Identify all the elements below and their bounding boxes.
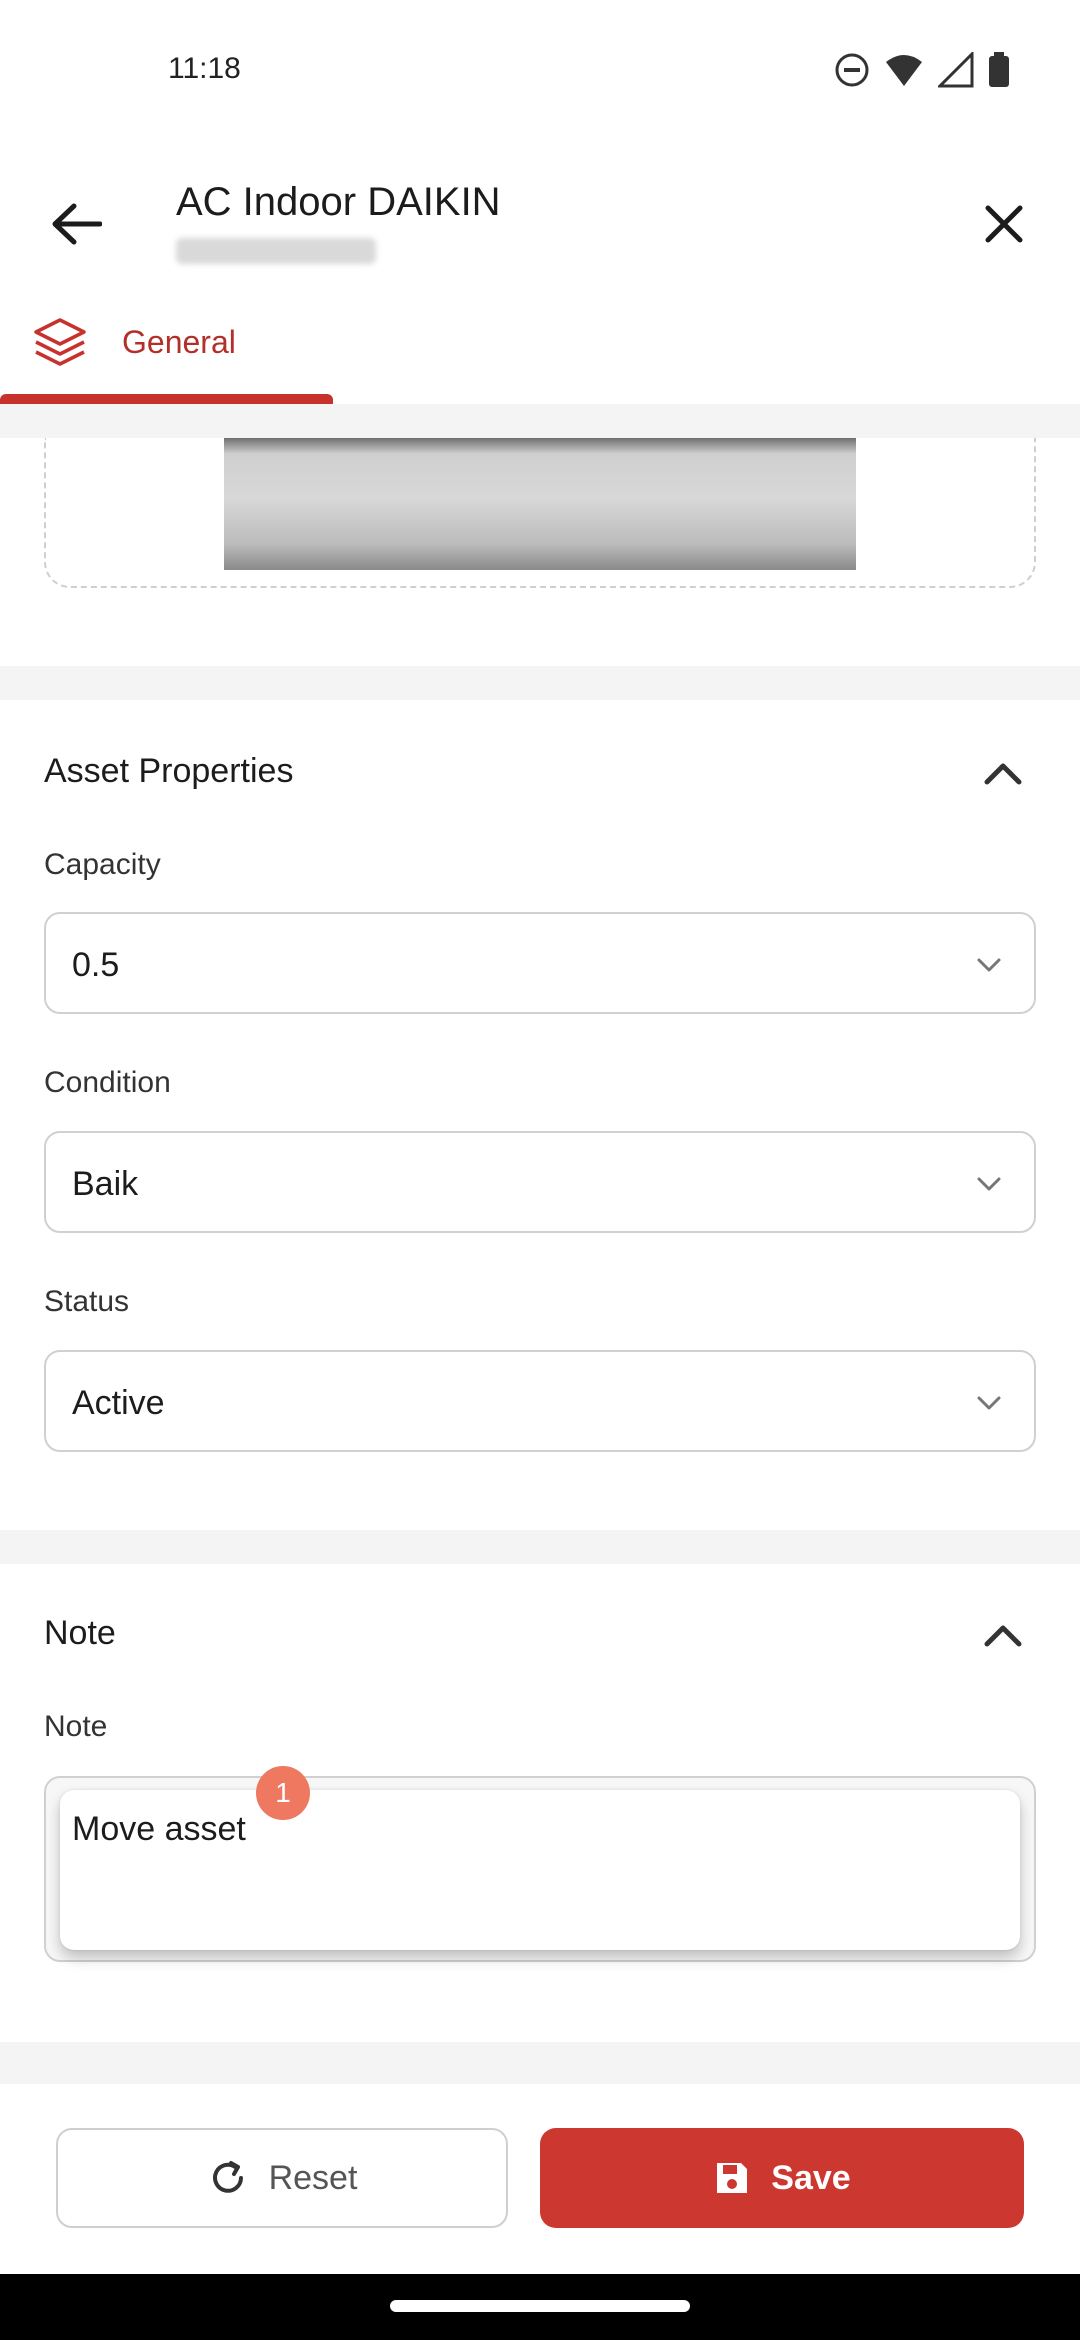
save-button[interactable]: Save	[540, 2128, 1024, 2228]
reset-label: Reset	[268, 2158, 358, 2197]
asset-code-redacted	[176, 238, 376, 264]
status-icons	[834, 50, 1010, 90]
close-icon	[985, 205, 1023, 243]
section-divider	[0, 1530, 1080, 1564]
condition-label: Condition	[44, 1066, 171, 1099]
back-button[interactable]	[44, 192, 108, 256]
status-label: Status	[44, 1285, 130, 1318]
reset-button[interactable]: Reset	[56, 2128, 508, 2228]
wifi-icon	[886, 55, 922, 86]
note-section-title: Note	[44, 1614, 116, 1652]
asset-photo[interactable]	[224, 438, 856, 570]
signal-icon	[938, 52, 974, 88]
capacity-select[interactable]: 0.5	[44, 912, 1036, 1014]
section-divider	[0, 2042, 1080, 2084]
status-value: Active	[72, 1384, 165, 1422]
save-icon	[717, 2163, 748, 2193]
refresh-icon	[212, 2161, 243, 2193]
asset-properties-title: Asset Properties	[44, 752, 294, 790]
close-button[interactable]	[972, 192, 1036, 256]
arrow-left-icon	[52, 203, 102, 245]
section-divider	[0, 666, 1080, 700]
status-time: 11:18	[168, 52, 241, 85]
note-value: Move asset	[72, 1810, 246, 1848]
save-label: Save	[771, 2158, 851, 2197]
page-title: AC Indoor DAIKIN	[176, 180, 501, 224]
note-label: Note	[44, 1710, 108, 1743]
chevron-up-icon[interactable]	[979, 1612, 1027, 1660]
condition-value: Baik	[72, 1165, 139, 1203]
chevron-up-icon[interactable]	[979, 750, 1027, 798]
layers-icon	[34, 318, 86, 366]
capacity-label: Capacity	[44, 848, 161, 881]
battery-icon	[989, 52, 1009, 87]
status-select[interactable]: Active	[44, 1350, 1036, 1452]
tab-general-label: General	[122, 324, 236, 360]
chevron-down-icon	[977, 1396, 1001, 1410]
home-handle[interactable]	[390, 2300, 690, 2312]
count-badge: 1	[256, 1766, 310, 1820]
condition-select[interactable]: Baik	[44, 1131, 1036, 1233]
divider	[0, 404, 1080, 438]
chevron-down-icon	[977, 958, 1001, 972]
dnd-icon	[835, 53, 869, 87]
chevron-down-icon	[977, 1177, 1001, 1191]
capacity-value: 0.5	[72, 946, 120, 984]
